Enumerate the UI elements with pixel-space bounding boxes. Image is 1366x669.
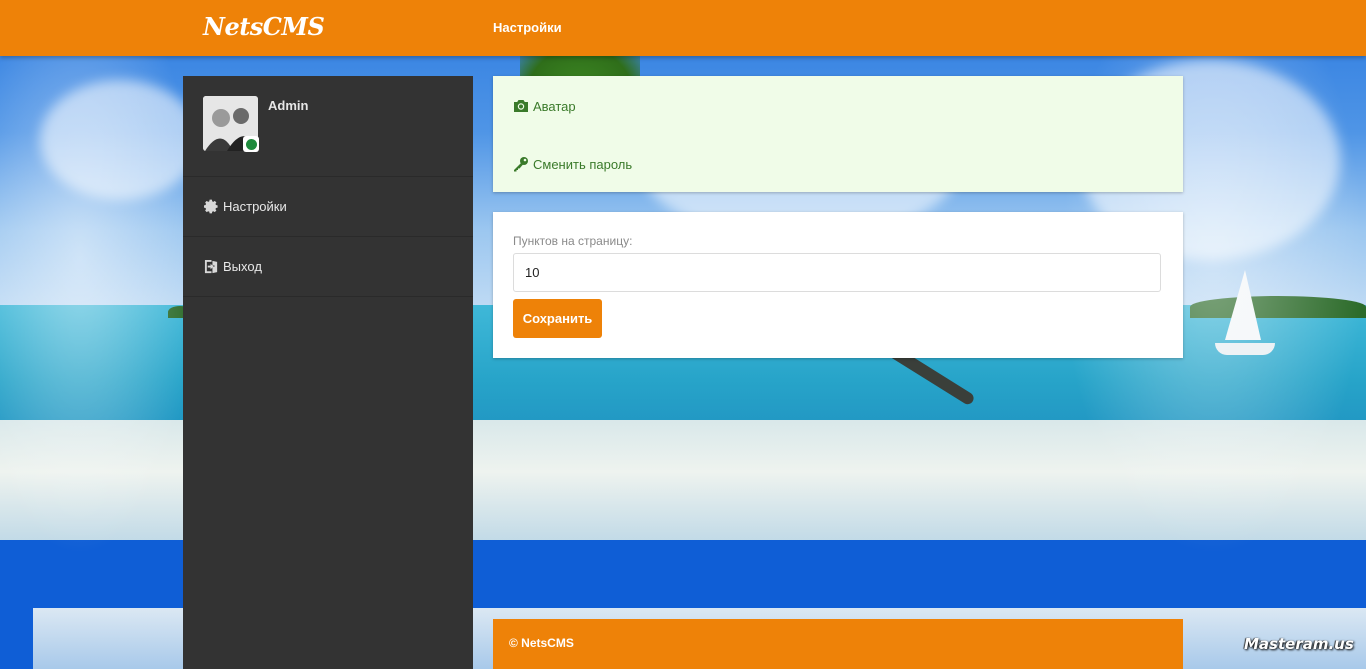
change-password-link[interactable]: Сменить пароль bbox=[513, 156, 632, 172]
sidebar-item-settings[interactable]: Настройки bbox=[183, 177, 473, 237]
items-per-page-input[interactable] bbox=[513, 253, 1161, 292]
profile-links-panel: Аватар Сменить пароль bbox=[493, 76, 1183, 192]
user-profile: Admin bbox=[183, 76, 473, 177]
sidebar-item-logout[interactable]: Выход bbox=[183, 237, 473, 297]
footer: © NetsCMS bbox=[493, 619, 1183, 669]
online-status-icon bbox=[243, 136, 259, 152]
items-per-page-label: Пунктов на страницу: bbox=[513, 234, 633, 248]
watermark-logo: Masteram.us bbox=[1244, 635, 1354, 653]
gear-icon bbox=[203, 199, 219, 215]
logout-icon bbox=[203, 259, 219, 275]
key-icon bbox=[513, 156, 529, 172]
avatar-link-label: Аватар bbox=[533, 98, 576, 114]
change-password-link-label: Сменить пароль bbox=[533, 156, 633, 172]
save-button[interactable]: Сохранить bbox=[513, 299, 602, 338]
top-header: NetsCMS Настройки bbox=[0, 0, 1366, 56]
sidebar-item-label: Настройки bbox=[223, 199, 287, 214]
sidebar-item-label: Выход bbox=[223, 259, 262, 274]
settings-form-panel: Пунктов на страницу: Сохранить bbox=[493, 212, 1183, 358]
avatar-link[interactable]: Аватар bbox=[513, 98, 576, 114]
sidebar: Admin Настройки Выход bbox=[183, 76, 473, 669]
user-name[interactable]: Admin bbox=[268, 98, 308, 113]
page-title: Настройки bbox=[493, 20, 562, 35]
brand-logo[interactable]: NetsCMS bbox=[203, 12, 325, 41]
camera-icon bbox=[513, 98, 529, 114]
footer-copyright: © NetsCMS bbox=[509, 636, 574, 650]
background-fog bbox=[0, 56, 200, 556]
